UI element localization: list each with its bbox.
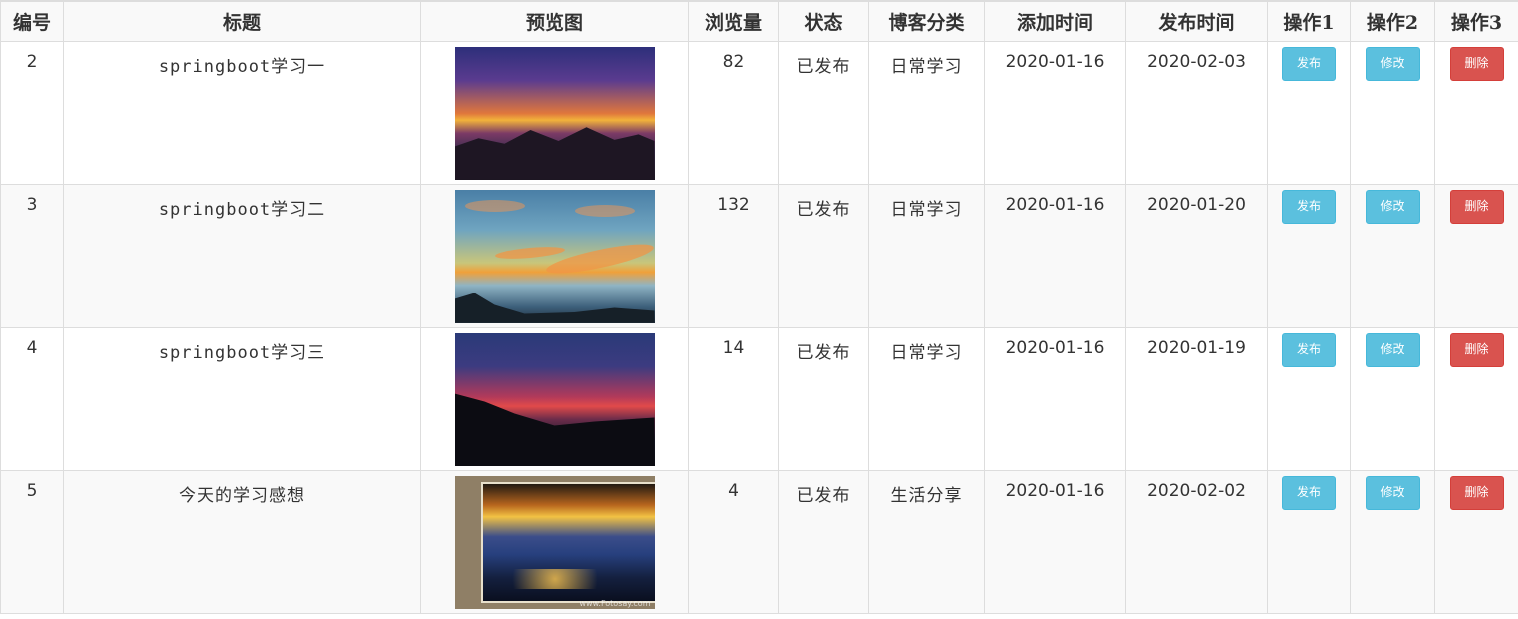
row-title: springboot学习三 <box>63 326 421 471</box>
cloud <box>494 244 565 261</box>
header-op1: 操作1 <box>1267 0 1351 42</box>
publish-button[interactable]: 发布 <box>1282 332 1336 367</box>
edit-button[interactable]: 修改 <box>1365 475 1420 510</box>
table-body: 2 springboot学习一 82 已发布 日常学习 2020-01-16 2… <box>0 40 1518 614</box>
header-category: 博客分类 <box>868 0 985 42</box>
row-op1-cell: 发布 <box>1267 469 1351 614</box>
row-views: 4 <box>688 469 779 614</box>
edit-button[interactable]: 修改 <box>1365 46 1420 81</box>
row-op1-cell: 发布 <box>1267 183 1351 328</box>
row-op2-cell: 修改 <box>1350 326 1435 471</box>
row-published-time: 2020-02-02 <box>1125 469 1268 614</box>
row-op3-cell: 删除 <box>1434 469 1518 614</box>
publish-button[interactable]: 发布 <box>1282 189 1336 224</box>
row-id: 2 <box>0 40 64 185</box>
row-published-time: 2020-01-20 <box>1125 183 1268 328</box>
header-views: 浏览量 <box>688 0 779 42</box>
row-op2-cell: 修改 <box>1350 40 1435 185</box>
row-added-time: 2020-01-16 <box>984 469 1126 614</box>
delete-button[interactable]: 删除 <box>1449 475 1504 510</box>
table-row: 4 springboot学习三 14 已发布 日常学习 2020-01-16 2… <box>0 326 1518 471</box>
cloud <box>543 238 655 279</box>
mountain-silhouette <box>454 292 655 323</box>
row-status: 已发布 <box>778 40 869 185</box>
row-id: 4 <box>0 326 64 471</box>
row-category: 日常学习 <box>868 183 985 328</box>
row-preview-cell: www.Fotosay.com <box>420 469 689 614</box>
row-op2-cell: 修改 <box>1350 469 1435 614</box>
row-title: springboot学习二 <box>63 183 421 328</box>
delete-button[interactable]: 删除 <box>1449 46 1504 81</box>
row-op1-cell: 发布 <box>1267 40 1351 185</box>
row-status: 已发布 <box>778 326 869 471</box>
publish-button[interactable]: 发布 <box>1282 475 1336 510</box>
row-views: 14 <box>688 326 779 471</box>
cloud <box>574 204 635 217</box>
mountain-silhouette <box>454 127 655 180</box>
header-status: 状态 <box>778 0 869 42</box>
row-op3-cell: 删除 <box>1434 326 1518 471</box>
delete-button[interactable]: 删除 <box>1449 332 1504 367</box>
edit-button[interactable]: 修改 <box>1365 332 1420 367</box>
row-added-time: 2020-01-16 <box>984 326 1126 471</box>
row-preview-cell <box>420 326 689 471</box>
cloud <box>464 199 525 212</box>
mountain-silhouette <box>454 393 655 466</box>
sunset-image-1 <box>454 46 655 180</box>
row-views: 132 <box>688 183 779 328</box>
row-category: 日常学习 <box>868 326 985 471</box>
header-title: 标题 <box>63 0 421 42</box>
table-row: 2 springboot学习一 82 已发布 日常学习 2020-01-16 2… <box>0 40 1518 185</box>
header-op3: 操作3 <box>1434 0 1518 42</box>
table-row: 3 springboot学习二 132 已发布 日常学习 2020-01-16 … <box>0 183 1518 328</box>
sunset-image-2 <box>454 189 655 323</box>
row-preview-cell <box>420 40 689 185</box>
header-published-time: 发布时间 <box>1125 0 1268 42</box>
row-title: springboot学习一 <box>63 40 421 185</box>
row-views: 82 <box>688 40 779 185</box>
sunset-image-4: www.Fotosay.com <box>454 475 655 609</box>
row-id: 3 <box>0 183 64 328</box>
row-published-time: 2020-02-03 <box>1125 40 1268 185</box>
image-watermark: www.Fotosay.com <box>579 598 651 608</box>
table-row: 5 今天的学习感想 www.Fotosay.com 4 已发布 生活分享 202… <box>0 469 1518 614</box>
row-added-time: 2020-01-16 <box>984 183 1126 328</box>
header-id: 编号 <box>0 0 64 42</box>
blog-table: 编号 标题 预览图 浏览量 状态 博客分类 添加时间 发布时间 操作1 操作2 … <box>0 0 1518 614</box>
row-preview-cell <box>420 183 689 328</box>
header-added-time: 添加时间 <box>984 0 1126 42</box>
row-status: 已发布 <box>778 183 869 328</box>
delete-button[interactable]: 删除 <box>1449 189 1504 224</box>
header-preview: 预览图 <box>420 0 689 42</box>
row-op3-cell: 删除 <box>1434 40 1518 185</box>
village-lights <box>494 568 615 589</box>
row-status: 已发布 <box>778 469 869 614</box>
header-op2: 操作2 <box>1350 0 1435 42</box>
row-title: 今天的学习感想 <box>63 469 421 614</box>
row-op1-cell: 发布 <box>1267 326 1351 471</box>
row-added-time: 2020-01-16 <box>984 40 1126 185</box>
table-header: 编号 标题 预览图 浏览量 状态 博客分类 添加时间 发布时间 操作1 操作2 … <box>0 0 1518 42</box>
publish-button[interactable]: 发布 <box>1282 46 1336 81</box>
row-category: 生活分享 <box>868 469 985 614</box>
row-published-time: 2020-01-19 <box>1125 326 1268 471</box>
row-op2-cell: 修改 <box>1350 183 1435 328</box>
row-category: 日常学习 <box>868 40 985 185</box>
row-id: 5 <box>0 469 64 614</box>
row-op3-cell: 删除 <box>1434 183 1518 328</box>
sunset-image-3 <box>454 332 655 466</box>
edit-button[interactable]: 修改 <box>1365 189 1420 224</box>
